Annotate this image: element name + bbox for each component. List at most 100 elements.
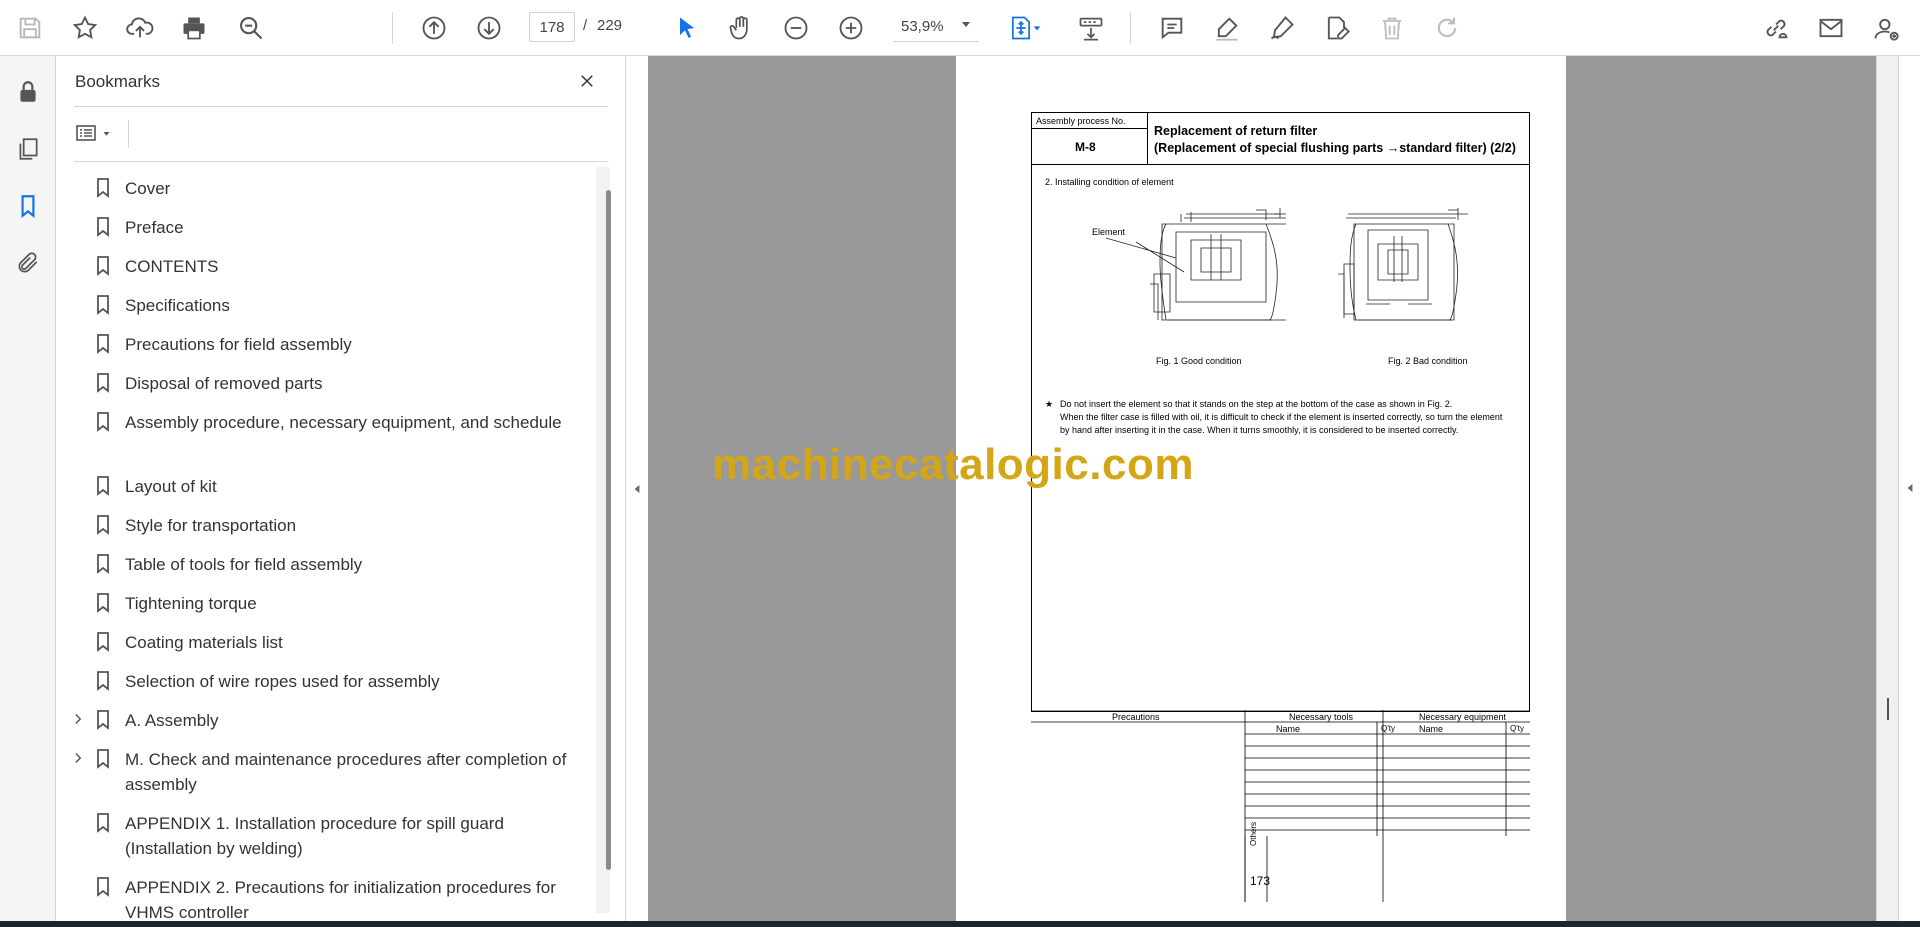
panel-divider (74, 106, 608, 107)
find-icon[interactable] (235, 12, 267, 44)
close-icon[interactable] (574, 68, 600, 94)
navigation-rail (0, 56, 56, 927)
delete-icon[interactable] (1376, 12, 1408, 44)
panel-divider (74, 161, 608, 162)
upload-icon[interactable] (124, 12, 156, 44)
bookmark-icon (94, 254, 112, 278)
bookmark-item[interactable]: APPENDIX 2. Precautions for initializati… (56, 875, 596, 921)
share-link-icon[interactable] (1760, 12, 1792, 44)
bookmark-item[interactable]: Precautions for field assembly (56, 332, 596, 357)
bookmark-icon (94, 669, 112, 693)
edit-pdf-icon[interactable] (1321, 12, 1353, 44)
bookmark-label: APPENDIX 2. Precautions for initializati… (125, 878, 556, 921)
bookmark-icon (94, 293, 112, 317)
note-line-1: Do not insert the element so that it sta… (1060, 399, 1453, 409)
header-bottom-line (1031, 164, 1530, 165)
bookmark-item[interactable]: M. Check and maintenance procedures afte… (56, 747, 596, 797)
bookmark-item[interactable]: Selection of wire ropes used for assembl… (56, 669, 596, 694)
section-heading: 2. Installing condition of element (1045, 177, 1174, 187)
bookmark-item[interactable]: Table of tools for field assembly (56, 552, 596, 577)
figure-bad-condition (1308, 204, 1528, 344)
bookmark-item[interactable]: APPENDIX 1. Installation procedure for s… (56, 811, 596, 861)
account-icon[interactable] (1870, 12, 1902, 44)
necessary-equipment-header: Necessary equipment (1419, 712, 1507, 722)
star-icon[interactable] (69, 12, 101, 44)
page-number: 173 (1250, 874, 1271, 888)
sign-icon[interactable] (1266, 12, 1298, 44)
options-divider (128, 120, 129, 148)
necessary-tools-header: Necessary tools (1289, 712, 1354, 722)
save-icon[interactable] (14, 12, 46, 44)
bookmark-label: Table of tools for field assembly (125, 555, 363, 574)
figure-good-condition (1066, 204, 1306, 344)
scroll-mode-icon[interactable] (1075, 12, 1107, 44)
chevron-down-icon (102, 129, 111, 138)
email-icon[interactable] (1815, 12, 1847, 44)
bookmark-item[interactable]: Disposal of removed parts (56, 371, 596, 396)
zoom-in-icon[interactable] (835, 12, 867, 44)
process-no-label: Assembly process No. (1036, 116, 1126, 126)
bookmark-icon (94, 552, 112, 576)
bookmark-icon (94, 474, 112, 498)
fit-page-menu-chevron-icon[interactable] (1029, 12, 1045, 44)
right-panel-toggle[interactable] (1898, 56, 1920, 921)
bookmark-label: Style for transportation (125, 516, 297, 535)
taskbar-strip (0, 921, 1920, 927)
document-title-line1: Replacement of return filter (1154, 124, 1318, 138)
page-separator: / (583, 17, 588, 34)
comment-icon[interactable] (1156, 12, 1188, 44)
bookmark-icon (94, 747, 112, 771)
bookmark-list: Cover Preface CONTENTS Specifications Precau… (56, 167, 608, 921)
bookmark-label: Cover (125, 179, 171, 198)
bookmark-label: M. Check and maintenance procedures afte… (125, 750, 567, 794)
process-no-divider (1031, 128, 1148, 129)
bookmark-icon (94, 708, 112, 732)
bookmark-item[interactable]: Preface (56, 215, 596, 240)
others-label: Others (1249, 821, 1258, 846)
document-scroll-thumb[interactable] (1887, 698, 1889, 720)
zoom-out-icon[interactable] (780, 12, 812, 44)
lock-icon[interactable] (12, 76, 44, 108)
bookmark-item[interactable]: Tightening torque (56, 591, 596, 616)
page-total: 229 (597, 17, 623, 34)
page-down-icon[interactable] (473, 12, 505, 44)
bookmark-item[interactable]: CONTENTS (56, 254, 596, 279)
bookmark-label: Selection of wire ropes used for assembl… (125, 672, 440, 691)
toolbar-divider (1130, 12, 1131, 44)
bookmarks-panel: Bookmarks Cover Preface CONTENTS Specificat… (56, 56, 626, 921)
page-up-icon[interactable] (418, 12, 450, 44)
bookmark-options-button[interactable] (74, 118, 118, 148)
hand-icon[interactable] (725, 12, 757, 44)
bookmark-item[interactable]: Cover (56, 176, 596, 201)
document-scrollbar[interactable] (1876, 56, 1898, 921)
bookmark-label: Coating materials list (125, 633, 283, 652)
bookmark-item[interactable]: Assembly procedure, necessary equipment,… (56, 410, 596, 460)
note-star-icon: ★ (1045, 399, 1054, 409)
chevron-down-icon[interactable] (962, 22, 970, 27)
note-line-2: When the filter case is filled with oil,… (1060, 412, 1503, 422)
bookmark-label: Tightening torque (125, 594, 257, 613)
zoom-level-select[interactable]: 53,9% (893, 12, 979, 42)
collapse-panel-handle[interactable] (626, 56, 648, 921)
chevron-right-icon[interactable] (70, 747, 86, 769)
bookmark-icon[interactable] (12, 190, 44, 222)
page-number-input[interactable] (529, 12, 575, 42)
bookmark-label: CONTENTS (125, 257, 219, 276)
bookmarks-scroll-thumb[interactable] (606, 190, 611, 870)
highlight-icon[interactable] (1211, 12, 1243, 44)
attachment-icon[interactable] (12, 247, 44, 279)
bookmark-label: A. Assembly (125, 711, 219, 730)
chevron-right-icon[interactable] (70, 708, 86, 730)
bookmark-icon (94, 875, 112, 899)
print-icon[interactable] (178, 12, 210, 44)
redo-icon[interactable] (1431, 12, 1463, 44)
bookmark-item[interactable]: Style for transportation (56, 513, 596, 538)
element-callout: Element (1092, 227, 1126, 237)
bookmark-item[interactable]: Specifications (56, 293, 596, 318)
bookmark-item[interactable]: Coating materials list (56, 630, 596, 655)
bookmark-item[interactable]: Layout of kit (56, 474, 596, 499)
bookmark-item[interactable]: A. Assembly (56, 708, 596, 733)
select-cursor-icon[interactable] (671, 12, 703, 44)
bookmark-icon (94, 410, 112, 434)
page-thumbnails-icon[interactable] (12, 133, 44, 165)
